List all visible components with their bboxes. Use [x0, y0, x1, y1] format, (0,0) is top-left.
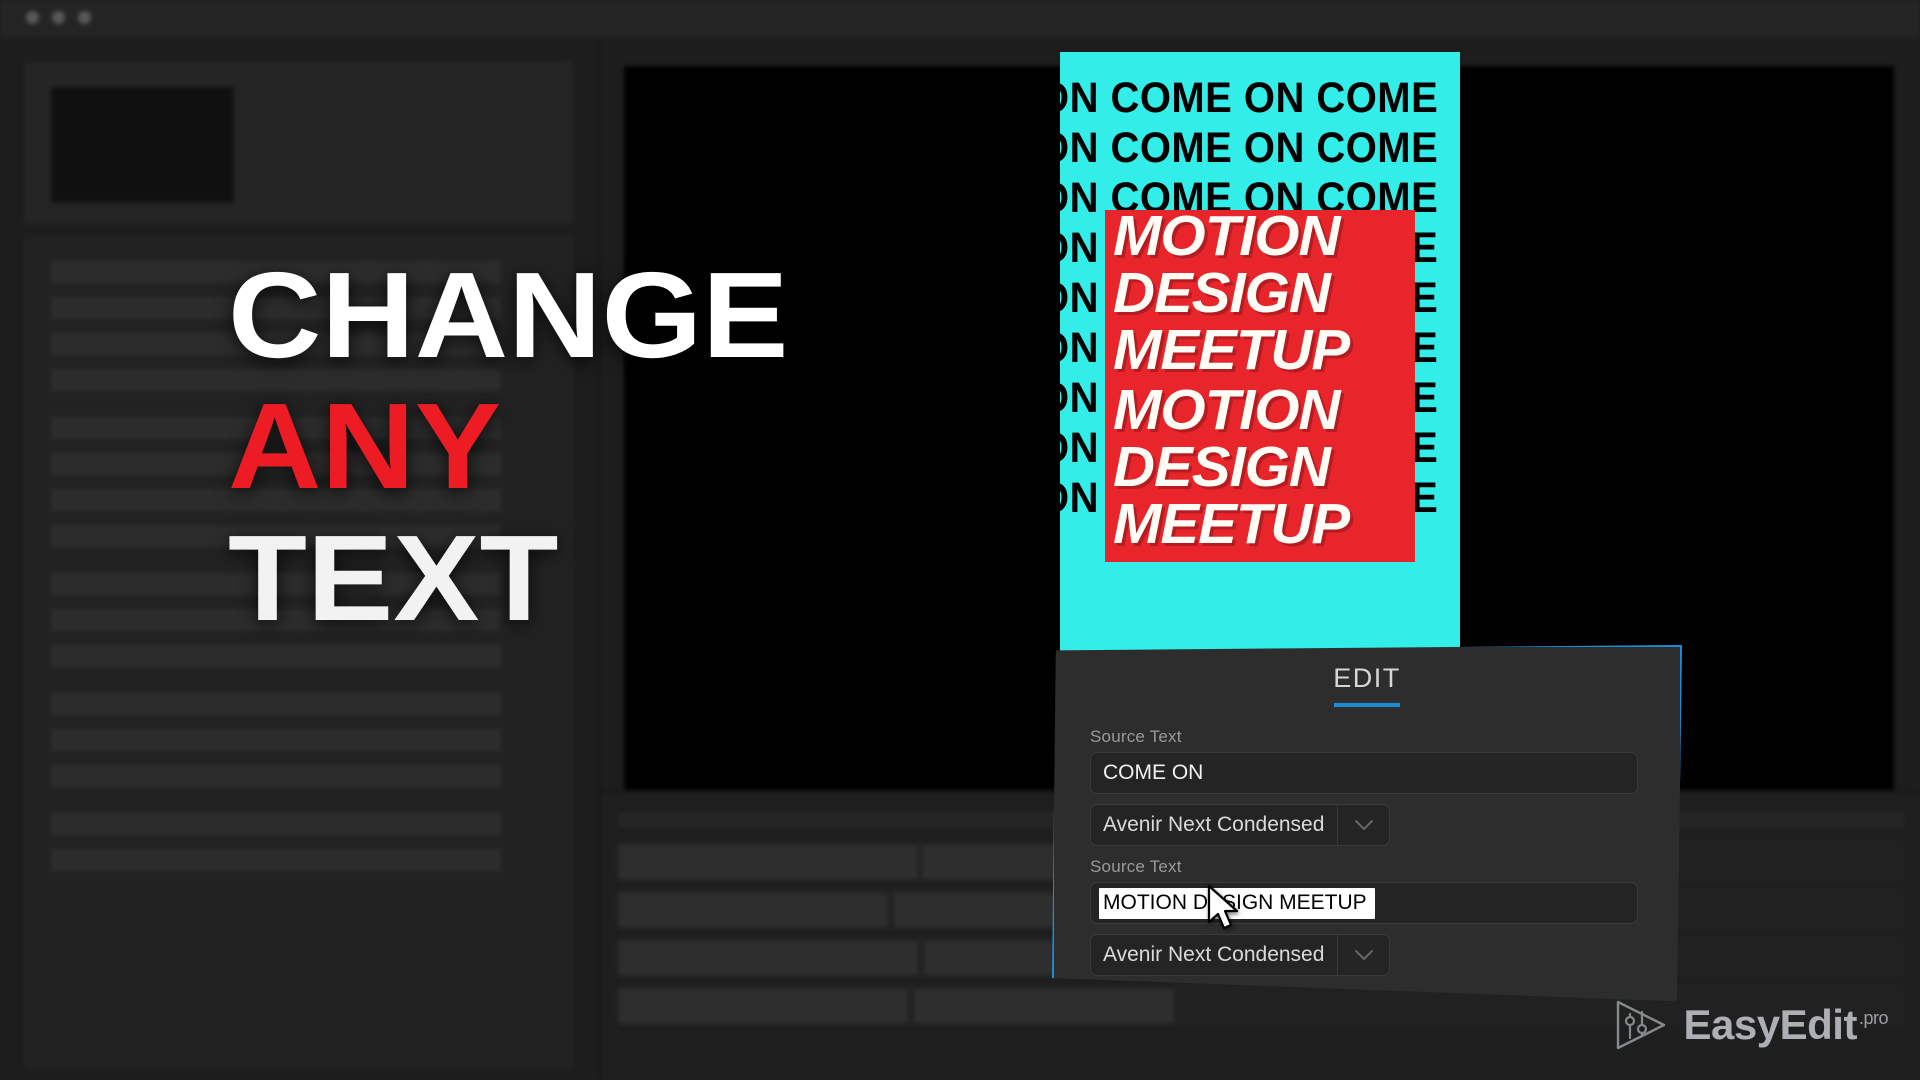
maximize-button-icon[interactable]	[78, 11, 91, 24]
window-controls[interactable]	[26, 11, 91, 24]
source-text-label: Source Text	[1090, 727, 1182, 746]
font-select-2[interactable]: Avenir Next Condensed	[1090, 934, 1390, 976]
font-select-value-1: Avenir Next Condensed	[1103, 813, 1325, 836]
font-select-1[interactable]: Avenir Next Condensed	[1090, 804, 1390, 846]
minimize-button-icon[interactable]	[52, 11, 65, 24]
source-text-input-1[interactable]: COME ON	[1090, 752, 1638, 794]
watermark-name: EasyEdit	[1683, 1001, 1858, 1048]
composition-accent-box[interactable]: MOTION DESIGN MEETUP MOTION DESIGN MEETU…	[1105, 210, 1415, 562]
composition-preview[interactable]: ON COME ON COME ON COME ON COME ON COME …	[1060, 52, 1460, 652]
chevron-down-icon[interactable]	[1337, 805, 1389, 845]
watermark-text: EasyEdit .pro	[1683, 1001, 1889, 1049]
easyedit-play-sliders-icon	[1610, 996, 1670, 1054]
edit-panel-title: EDIT	[1333, 663, 1401, 693]
promo-headline-line-2: ANY	[228, 378, 502, 515]
source-text-group-1: Source Text COME ON Avenir Next Condense…	[1090, 727, 1638, 846]
source-text-input-2[interactable]: MOTION DESIGN MEETUP	[1090, 882, 1638, 924]
app-window: ON COME ON COME ON COME ON COME ON COME …	[0, 0, 1920, 1080]
clip-thumbnail[interactable]	[50, 86, 235, 204]
timeline-clip[interactable]	[618, 941, 918, 975]
list-item[interactable]	[51, 729, 501, 751]
source-text-value-2: MOTION DESIGN MEETUP	[1099, 887, 1375, 919]
comp-headline-line: DESIGN	[1113, 261, 1331, 325]
promo-headline: CHANGE ANY TEXT	[228, 254, 788, 639]
comp-headline-line: MOTION	[1113, 210, 1340, 268]
chevron-down-icon[interactable]	[1337, 935, 1389, 975]
list-item[interactable]	[51, 849, 501, 871]
comp-tile-line: ON COME ON COME	[1060, 74, 1439, 122]
list-item[interactable]	[51, 813, 501, 835]
list-item[interactable]	[51, 645, 501, 667]
list-item[interactable]	[51, 693, 501, 715]
list-item[interactable]	[51, 765, 501, 787]
promo-headline-line-1: CHANGE	[228, 247, 789, 383]
comp-headline-line: DESIGN	[1113, 435, 1331, 499]
timeline-clip[interactable]	[618, 845, 918, 879]
timeline-clip[interactable]	[618, 893, 888, 927]
timeline-clip[interactable]	[618, 989, 908, 1023]
comp-headline-line: MEETUP	[1113, 318, 1350, 382]
close-button-icon[interactable]	[26, 11, 39, 24]
watermark: EasyEdit .pro	[1610, 996, 1889, 1054]
edit-panel-title-underline	[1334, 703, 1400, 707]
source-text-group-2: Source Text MOTION DESIGN MEETUP Avenir …	[1090, 857, 1638, 976]
edit-panel[interactable]: EDIT Source Text COME ON Avenir Next Con…	[1052, 645, 1682, 1005]
source-preview-panel[interactable]	[25, 63, 572, 223]
watermark-suffix: .pro	[1858, 1008, 1889, 1028]
window-titlebar	[0, 0, 1920, 38]
comp-headline-line: MEETUP	[1113, 492, 1350, 556]
comp-tile-line: ON COME ON COME	[1060, 124, 1439, 172]
source-text-value-1: COME ON	[1103, 761, 1204, 784]
comp-headline-line: MOTION	[1113, 378, 1340, 442]
promo-headline-line-3: TEXT	[228, 509, 559, 646]
source-text-label: Source Text	[1090, 857, 1182, 876]
font-select-value-2: Avenir Next Condensed	[1103, 943, 1325, 966]
